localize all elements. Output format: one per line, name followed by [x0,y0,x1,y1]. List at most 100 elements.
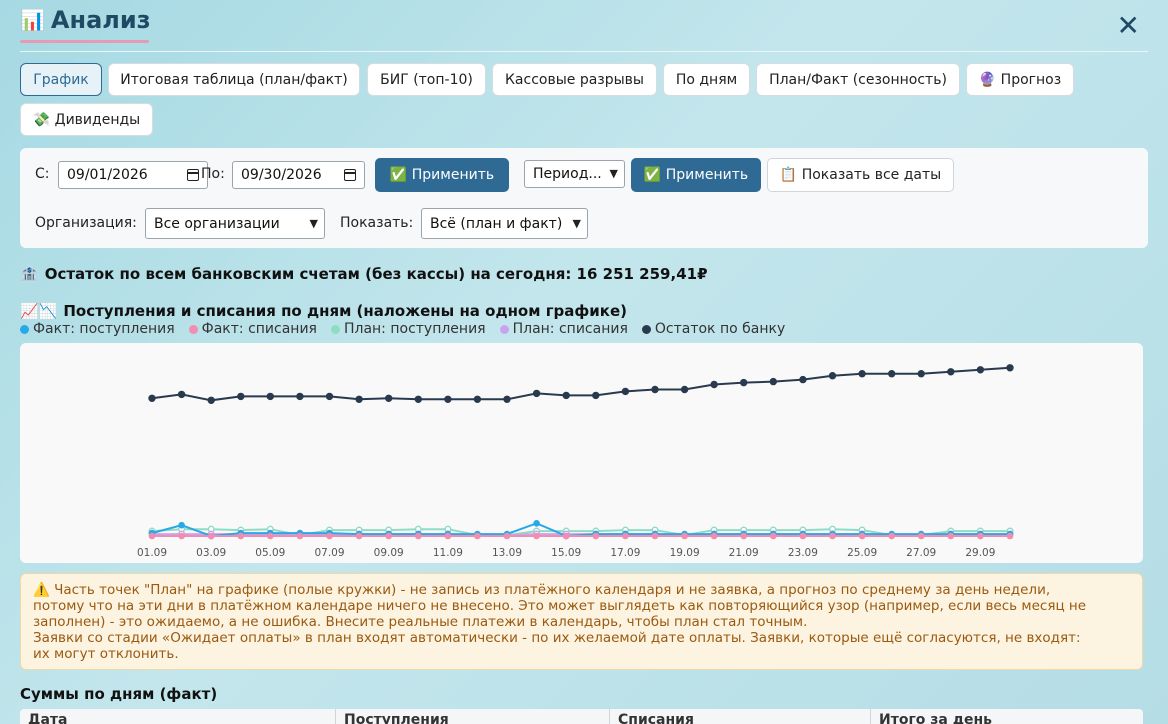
period-select[interactable]: Период... ▼ [524,160,625,188]
data-point[interactable] [207,532,215,540]
apply-dates-button[interactable]: ✅ Применить [375,158,509,192]
legend-item-bank-balance[interactable]: Остаток по банку [641,321,785,337]
data-point[interactable] [562,391,570,400]
data-point[interactable] [888,370,896,378]
data-point[interactable] [207,396,215,404]
data-point[interactable] [414,395,422,403]
data-point[interactable] [473,395,482,403]
tab-big-top10[interactable]: БИГ (топ-10) [367,63,486,96]
x-tick-label: 09.09 [374,547,404,559]
data-point[interactable] [769,377,777,386]
data-point[interactable] [770,532,777,540]
column-header-day-total[interactable]: Итого за день [879,712,992,724]
data-point[interactable] [976,366,985,374]
apply-period-button[interactable]: ✅ Применить [631,158,761,192]
data-point[interactable] [680,385,689,394]
data-point[interactable] [148,532,156,540]
legend-item-fact-out[interactable]: Факт: списания [188,321,317,337]
data-point[interactable] [562,532,570,540]
x-tick-label: 19.09 [670,547,700,559]
data-point[interactable] [355,395,363,403]
data-point[interactable] [917,532,925,540]
data-point[interactable] [503,395,511,403]
data-point[interactable] [947,368,955,376]
data-point[interactable] [148,394,156,402]
tab-summary-table[interactable]: Итоговая таблица (план/факт) [108,63,360,96]
column-header-expense[interactable]: Списания [618,712,694,724]
data-point[interactable] [681,532,688,540]
tab-chart[interactable]: График [20,63,102,96]
data-point[interactable] [444,395,452,403]
tab-cash-gaps[interactable]: Кассовые разрывы [492,63,657,96]
legend-item-plan-in[interactable]: План: поступления [330,321,486,337]
data-point[interactable] [267,532,274,540]
column-header-income[interactable]: Поступления [344,712,449,724]
date-from-input[interactable]: 09/01/2026 [58,161,208,189]
column-header-date[interactable]: Дата [28,712,67,724]
calendar-icon[interactable] [344,169,356,181]
legend-label: План: поступления [343,321,486,337]
data-point[interactable] [888,532,896,540]
data-point[interactable] [622,532,629,540]
data-point[interactable] [503,532,511,540]
tab-by-days[interactable]: По дням [663,63,750,96]
legend-label: Факт: списания [201,321,317,337]
daily-sums-table-header: Дата Поступления Списания Итого за день [20,709,1143,724]
data-point[interactable] [266,392,275,401]
date-to-input[interactable]: 09/30/2026 [232,161,365,189]
data-point[interactable] [533,520,540,527]
data-point[interactable] [178,521,185,529]
data-point[interactable] [325,392,334,401]
page-title: 📊 Анализ [20,6,151,34]
data-point[interactable] [977,532,984,540]
chart-legend: Факт: поступления Факт: списания План: п… [20,321,785,337]
data-point[interactable] [740,532,748,540]
data-point[interactable] [947,532,955,540]
data-point[interactable] [474,532,481,540]
data-point[interactable] [237,392,245,401]
data-point[interactable] [533,532,540,540]
plan-warning-note: ⚠️ Часть точек "План" на графике (полые … [20,573,1143,670]
data-point[interactable] [237,532,245,540]
organization-select[interactable]: Все организации ▼ [145,208,325,239]
data-point[interactable] [326,532,333,540]
data-point[interactable] [710,380,718,389]
data-point[interactable] [592,391,600,400]
data-point[interactable] [651,532,659,540]
data-point[interactable] [444,532,452,540]
data-point[interactable] [740,378,748,387]
data-point[interactable] [799,532,807,540]
data-point[interactable] [355,532,363,540]
data-point[interactable] [828,372,837,380]
data-point[interactable] [532,389,541,398]
data-point[interactable] [385,532,393,540]
bank-balance-text: Остаток по всем банковским счетам (без к… [44,265,708,283]
data-point[interactable] [592,532,600,540]
data-point[interactable] [829,532,836,540]
data-point[interactable] [799,375,807,384]
tab-plan-fact-seasonality[interactable]: План/Факт (сезонность) [756,63,960,96]
calendar-icon[interactable] [187,169,199,181]
close-icon[interactable]: ✕ [1117,12,1140,40]
data-point[interactable] [415,532,422,540]
data-point[interactable] [178,532,185,540]
legend-item-plan-out[interactable]: План: списания [499,321,628,337]
legend-item-fact-in[interactable]: Факт: поступления [20,321,175,337]
tab-forecast[interactable]: 🔮 Прогноз [966,63,1074,96]
data-point[interactable] [296,532,304,540]
data-point[interactable] [385,394,393,402]
data-point[interactable] [1006,364,1014,372]
data-point[interactable] [858,532,866,540]
data-point[interactable] [296,392,304,401]
data-point[interactable] [177,390,186,399]
data-point[interactable] [621,387,630,396]
data-point[interactable] [858,370,866,378]
data-point[interactable] [651,385,659,394]
x-tick-label: 11.09 [433,547,463,559]
data-point[interactable] [917,370,925,378]
data-point[interactable] [1006,532,1014,540]
show-all-dates-button[interactable]: 📋 Показать все даты [767,158,954,192]
show-mode-select[interactable]: Всё (план и факт) ▼ [421,208,588,239]
data-point[interactable] [710,532,718,540]
tab-dividends[interactable]: 💸 Дивиденды [20,103,153,136]
